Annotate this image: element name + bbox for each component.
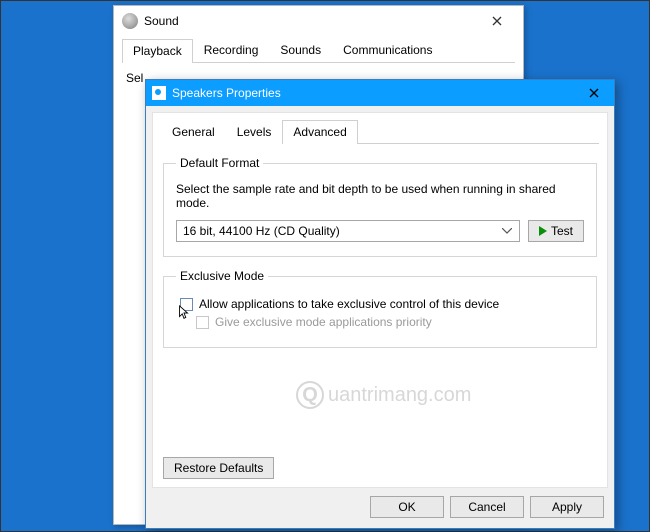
- apply-label: Apply: [552, 500, 582, 514]
- sound-tab-communications[interactable]: Communications: [332, 38, 443, 62]
- sample-rate-value: 16 bit, 44100 Hz (CD Quality): [183, 224, 340, 238]
- priority-row: Give exclusive mode applications priorit…: [196, 315, 584, 329]
- chevron-down-icon: [499, 223, 515, 239]
- cancel-label: Cancel: [468, 500, 505, 514]
- play-icon: [539, 226, 547, 236]
- sound-tab-recording[interactable]: Recording: [193, 38, 270, 62]
- props-titlebar[interactable]: Speakers Properties: [146, 80, 614, 106]
- speakers-properties-window: Speakers Properties General Levels Advan…: [145, 79, 615, 529]
- priority-checkbox: [196, 316, 209, 329]
- tab-advanced[interactable]: Advanced: [282, 120, 357, 144]
- sample-rate-select[interactable]: 16 bit, 44100 Hz (CD Quality): [176, 220, 520, 242]
- allow-exclusive-checkbox[interactable]: [180, 298, 193, 311]
- exclusive-mode-legend: Exclusive Mode: [176, 269, 268, 283]
- allow-exclusive-label: Allow applications to take exclusive con…: [199, 297, 499, 311]
- priority-label: Give exclusive mode applications priorit…: [215, 315, 432, 329]
- close-icon: [492, 16, 502, 26]
- tab-levels[interactable]: Levels: [226, 120, 283, 144]
- test-button[interactable]: Test: [528, 220, 584, 242]
- restore-defaults-button[interactable]: Restore Defaults: [163, 457, 274, 479]
- tab-general[interactable]: General: [161, 120, 226, 144]
- ok-label: OK: [398, 500, 415, 514]
- sound-tab-sounds[interactable]: Sounds: [269, 38, 332, 62]
- sound-body-text: Sel: [126, 71, 143, 85]
- sound-tab-playback[interactable]: Playback: [122, 39, 193, 63]
- close-icon: [589, 88, 599, 98]
- cancel-button[interactable]: Cancel: [450, 496, 524, 518]
- default-format-desc: Select the sample rate and bit depth to …: [176, 182, 584, 210]
- default-format-legend: Default Format: [176, 156, 263, 170]
- allow-exclusive-row[interactable]: Allow applications to take exclusive con…: [180, 297, 584, 311]
- sound-close-button[interactable]: [477, 10, 517, 32]
- sound-titlebar: Sound: [114, 6, 523, 36]
- speaker-icon: [152, 86, 166, 100]
- props-title: Speakers Properties: [172, 86, 281, 100]
- restore-defaults-label: Restore Defaults: [174, 461, 263, 475]
- sound-icon: [122, 13, 138, 29]
- props-tabs: General Levels Advanced: [161, 119, 599, 144]
- apply-button[interactable]: Apply: [530, 496, 604, 518]
- exclusive-mode-group: Exclusive Mode Allow applications to tak…: [163, 269, 597, 348]
- sound-tabs: Playback Recording Sounds Communications: [122, 38, 515, 63]
- props-close-button[interactable]: [574, 80, 614, 106]
- props-client: General Levels Advanced Default Format S…: [152, 112, 608, 488]
- action-bar: OK Cancel Apply: [146, 488, 614, 526]
- sound-title: Sound: [144, 14, 179, 28]
- ok-button[interactable]: OK: [370, 496, 444, 518]
- test-button-label: Test: [551, 224, 573, 238]
- default-format-group: Default Format Select the sample rate an…: [163, 156, 597, 257]
